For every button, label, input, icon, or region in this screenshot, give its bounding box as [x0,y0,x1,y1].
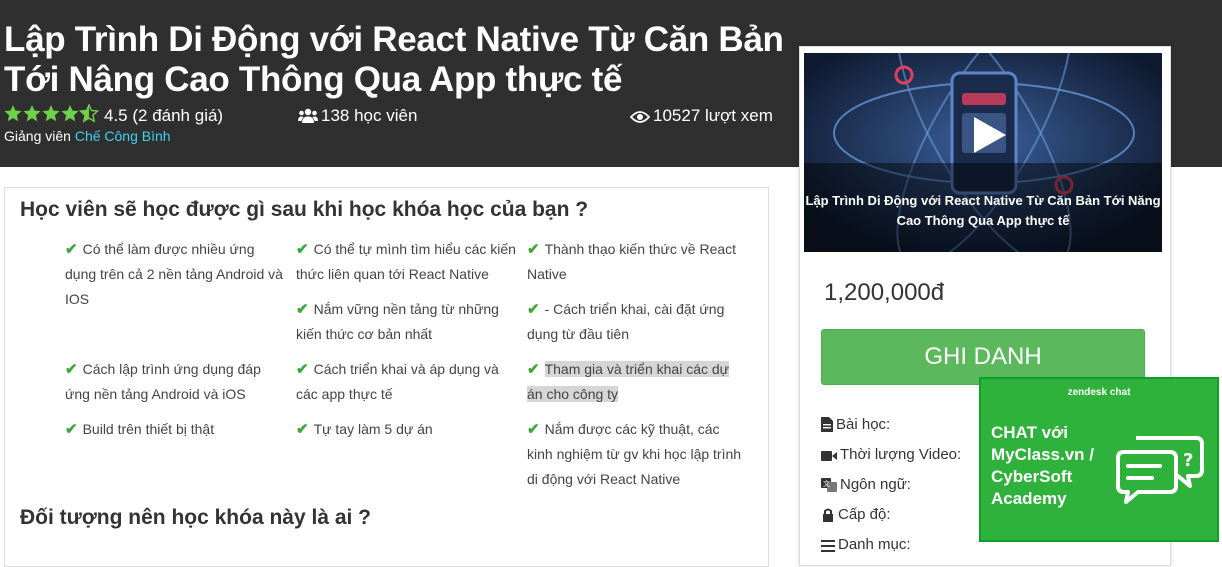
check-icon: ✔ [65,421,78,438]
info-category: Danh mục: [821,536,911,553]
star-rating-icon [4,103,100,123]
check-icon: ✔ [527,301,540,318]
rating-stars [4,103,100,129]
video-caption: Lập Trình Di Động với React Native Từ Că… [804,191,1162,231]
course-title: Lập Trình Di Động với React Native Từ Că… [4,20,784,100]
chat-brand: zendesk chat [1067,387,1131,398]
level-icon [823,508,833,522]
video-caption-line: Cao Thông Qua App thực tế [896,213,1070,228]
learn-item-text: IOS [65,291,90,307]
check-icon: ✔ [296,301,309,318]
info-language: 文 Ngôn ngữ: [821,476,911,493]
learn-item: ✔ Tham gia và triển khai các dự án cho cô… [527,357,755,407]
course-title-line-2: Tới Nâng Cao Thông Qua App thực tế [4,60,623,99]
svg-text:?: ? [1183,450,1193,471]
learn-item-text: Tham gia và triển khai các dự [544,361,730,377]
info-language-label: Ngôn ngữ: [840,476,911,493]
info-category-label: Danh mục: [838,536,911,553]
learn-item-text: - Cách triển khai, cài đặt ứng [544,301,725,317]
learn-item: ✔ Tự tay làm 5 dự án [296,417,524,442]
view-count-text: 10527 lượt xem [653,106,773,125]
check-icon: ✔ [527,241,540,258]
learn-item-text: Nắm được các kỹ thuật, các [544,421,720,437]
learn-item-text: Thành thạo kiến thức về React [544,241,737,257]
learn-item: ✔ - Cách triển khai, cài đặt ứng dụng từ … [527,297,755,347]
eye-icon [630,111,650,123]
learn-item-text: ứng nền tảng Android và iOS [65,386,246,402]
instructor-line: Giảng viên Chế Công Bình [4,128,171,144]
learn-item-text: kinh nghiệm từ gv khi học lập trình [527,446,742,462]
learn-item: ✔ Có thể tự mình tìm hiểu các kiến thức l… [296,237,524,287]
learn-item: ✔ Thành thạo kiến thức về React Native [527,237,755,287]
file-icon [821,417,833,432]
audience-heading: Đối tượng nên học khóa này là ai ? [20,506,372,529]
rating-text: 4.5 (2 đánh giá) [104,106,224,125]
learn-item-text: Native [527,266,567,282]
learn-item: ✔ Nắm được các kỹ thuật, các kinh nghiệm … [527,417,755,492]
learn-item-text: Cách triển khai và áp dụng và [313,361,499,377]
info-duration: Thời lượng Video: [821,446,961,463]
language-icon: 文 [821,478,837,492]
chat-text-line: CyberSoft [991,467,1073,486]
learn-item-text: dụng từ đầu tiên [527,326,630,342]
learn-item: ✔ Cách lập trình ứng dụng đáp ứng nền tản… [65,357,293,407]
video-camera-icon [821,451,837,461]
info-lessons-label: Bài học: [836,416,891,433]
instructor-link[interactable]: Chế Công Bình [75,128,171,144]
check-icon: ✔ [65,361,78,378]
chat-text-line: CHAT với [991,423,1068,442]
student-count: 138 học viên [298,106,417,126]
learn-item-text: Nắm vững nền tảng từ những [313,301,499,317]
check-icon: ✔ [527,361,540,378]
check-icon: ✔ [296,241,309,258]
chat-text-line: MyClass.vn / [991,445,1094,464]
learn-item: ✔ Có thể làm được nhiều ứng dụng trên cả … [65,237,293,312]
learn-item-text: dụng trên cả 2 nền tảng Android và [65,266,283,282]
view-count: 10527 lượt xem [630,106,773,126]
list-icon [821,540,835,552]
check-icon: ✔ [65,241,78,258]
info-duration-label: Thời lượng Video: [840,446,962,463]
info-level: Cấp độ: [821,506,891,523]
info-lessons: Bài học: [821,416,890,433]
check-icon: ✔ [296,361,309,378]
video-caption-line: Lập Trình Di Động với React Native Từ Că… [805,193,1161,208]
learn-item-text: Tự tay làm 5 dự án [313,421,433,437]
learn-item: ✔ Cách triển khai và áp dụng và các app t… [296,357,524,407]
learn-item-text: Build trên thiết bị thật [82,421,215,437]
chat-widget[interactable]: zendesk chat CHAT với MyClass.vn / Cyber… [979,377,1219,542]
chat-text: CHAT với MyClass.vn / CyberSoft Academy [991,422,1131,510]
svg-text:文: 文 [823,479,830,488]
check-icon: ✔ [527,421,540,438]
learn-item-text: di động với React Native [527,471,681,487]
info-level-label: Cấp độ: [838,506,891,523]
preview-video[interactable]: Lập Trình Di Động với React Native Từ Că… [804,53,1162,252]
learn-outcomes-panel: Học viên sẽ học được gì sau khi học khóa… [4,187,769,567]
student-count-text: 138 học viên [321,106,418,125]
chat-bubble-icon: ? [1116,436,1204,504]
learn-item-text: án cho công ty [527,386,619,402]
learn-item: ✔ Build trên thiết bị thật [65,417,293,442]
course-meta: 4.5 (2 đánh giá) 138 học viên 10527 lượt… [4,103,784,129]
learn-item: ✔ Nắm vững nền tảng từ những kiến thức cơ… [296,297,524,347]
chat-text-line: Academy [991,489,1067,508]
check-icon: ✔ [296,421,309,438]
learn-item-text: kiến thức cơ bản nhất [296,326,433,342]
learn-item-text: Có thể làm được nhiều ứng [82,241,255,257]
learn-item-text: Cách lập trình ứng dụng đáp [82,361,261,377]
users-icon [298,108,318,123]
course-title-line-1: Lập Trình Di Động với React Native Từ Că… [4,20,784,59]
learn-item-text: các app thực tế [296,386,393,402]
learn-item-text: thức liên quan tới React Native [296,266,489,282]
learn-outcomes-heading: Học viên sẽ học được gì sau khi học khóa… [20,198,589,221]
instructor-label: Giảng viên [4,128,71,144]
learn-item-text: Có thể tự mình tìm hiểu các kiến [313,241,516,257]
course-price: 1,200,000đ [824,279,945,306]
